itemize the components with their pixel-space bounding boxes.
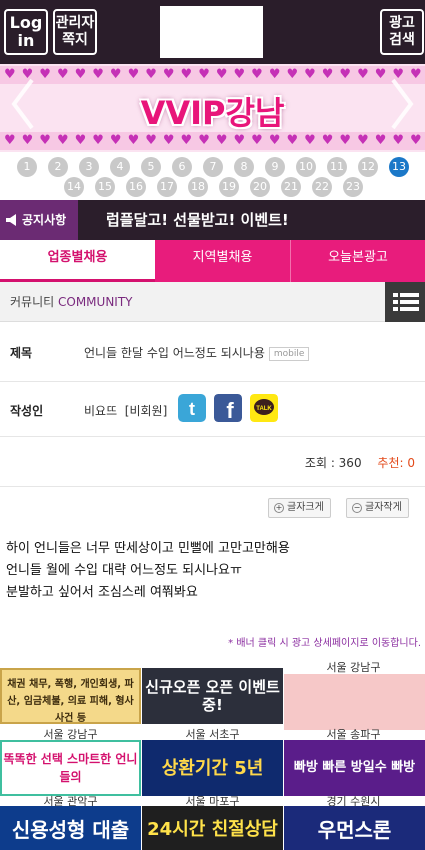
recommend-count: 추천: 0: [377, 456, 415, 470]
megaphone-icon: [6, 214, 16, 226]
tab-by-region[interactable]: 지역별채용: [155, 240, 290, 282]
page-dot-15[interactable]: 15: [95, 177, 115, 197]
page-dot-13[interactable]: 13: [389, 157, 409, 177]
ad-caption: 서울 강남구: [326, 661, 381, 674]
page-dot-20[interactable]: 20: [250, 177, 270, 197]
page-dot-18[interactable]: 18: [188, 177, 208, 197]
plus-icon: +: [274, 503, 284, 513]
community-title: 커뮤니티 COMMUNITY: [10, 295, 133, 309]
page-dot-7[interactable]: 7: [203, 157, 223, 177]
page-dot-23[interactable]: 23: [343, 177, 363, 197]
category-tabs: 업종별채용 지역별채용 오늘본광고: [0, 240, 425, 282]
banner-click-note: * 배너 클릭 시 광고 상세페이지로 이동합니다.: [228, 638, 421, 649]
top-bar: Log in 관리자 쪽지 광고 검색: [0, 0, 425, 64]
notice-text[interactable]: 럽플달고! 선물받고! 이벤트!: [106, 200, 289, 240]
post-author: 비요뜨 [비회원]: [84, 404, 168, 418]
login-button[interactable]: Log in: [4, 9, 48, 55]
subject-label: 제목: [10, 346, 33, 360]
ad-banner-credit-loan[interactable]: 신용성형 대출: [0, 806, 141, 850]
tab-by-industry[interactable]: 업종별채용: [0, 240, 155, 282]
page-dot-19[interactable]: 19: [219, 177, 239, 197]
menu-button[interactable]: [385, 282, 425, 322]
list-menu-icon: [393, 293, 419, 311]
page-dot-6[interactable]: 6: [172, 157, 192, 177]
hearts-decoration-top: ♥♥♥♥♥♥♥♥♥♥♥♥♥♥♥♥♥♥♥♥♥♥♥♥♥♥♥♥♥♥♥♥: [0, 66, 425, 84]
ad-banner-legal[interactable]: 채권 채무, 폭행, 개인회생, 파산, 임금체불, 의료 피해, 형사사건 등: [0, 668, 141, 724]
ad-banner-24h[interactable]: 24시간 친절상담: [142, 806, 283, 850]
prev-arrow-icon[interactable]: [8, 74, 38, 134]
main-banner[interactable]: ♥♥♥♥♥♥♥♥♥♥♥♥♥♥♥♥♥♥♥♥♥♥♥♥♥♥♥♥♥♥♥♥ VVIP강남 …: [0, 64, 425, 152]
ad-banner-repayment[interactable]: 상환기간 5년: [142, 740, 283, 796]
kakaotalk-share-icon[interactable]: TALK: [250, 394, 278, 422]
admin-message-button[interactable]: 관리자 쪽지: [53, 9, 97, 55]
page-dot-11[interactable]: 11: [327, 157, 347, 177]
page-dot-21[interactable]: 21: [281, 177, 301, 197]
twitter-share-icon[interactable]: t: [178, 394, 206, 422]
ad-banner-new-open[interactable]: 신규오픈 오픈 이벤트중!: [142, 668, 283, 724]
page-dot-4[interactable]: 4: [110, 157, 130, 177]
mobile-badge: mobile: [268, 346, 310, 361]
page-dot-8[interactable]: 8: [234, 157, 254, 177]
page-dot-17[interactable]: 17: [157, 177, 177, 197]
next-arrow-icon[interactable]: [387, 74, 417, 134]
notice-bar[interactable]: 공지사항 럽플달고! 선물받고! 이벤트!: [0, 200, 425, 240]
svg-text:TALK: TALK: [256, 406, 272, 412]
page-dot-12[interactable]: 12: [358, 157, 378, 177]
page-dot-5[interactable]: 5: [141, 157, 161, 177]
view-count: 조회 : 360: [304, 456, 362, 470]
banner-pagination: 1 2 3 4 5 6 7 8 9 10 11 12 13 14 15 16 17 18 19 20 21 22 23: [0, 154, 425, 200]
ad-banner-fast[interactable]: 빠방 빠른 방일수 빠방: [284, 740, 425, 796]
ad-banner-gangnam[interactable]: [284, 674, 425, 730]
post-body: 하이 언니들은 너무 딴세상이고 민뻘에 고만고만해용 언니들 월에 수입 대략…: [6, 538, 290, 604]
facebook-share-icon[interactable]: f: [214, 394, 242, 422]
minus-icon: −: [352, 503, 362, 513]
font-smaller-button[interactable]: − 글자작게: [346, 498, 409, 518]
post-body-line: 하이 언니들은 너무 딴세상이고 민뻘에 고만고만해용: [6, 541, 290, 556]
post-stats: 조회 : 360 추천: 0: [305, 454, 415, 471]
page-dot-22[interactable]: 22: [312, 177, 332, 197]
font-larger-button[interactable]: + 글자크게: [268, 498, 331, 518]
ad-banner-womans-loan[interactable]: 우먼스론: [284, 806, 425, 850]
site-logo[interactable]: [160, 6, 263, 58]
ad-banner-smart[interactable]: 똑똑한 선택 스마트한 언니들의: [0, 740, 141, 796]
author-label: 작성인: [10, 404, 44, 418]
page-dot-10[interactable]: 10: [296, 157, 316, 177]
post-subject: 언니들 한달 수입 어느정도 되시나용 mobile: [84, 344, 310, 361]
page-dot-1[interactable]: 1: [17, 157, 37, 177]
page-dot-9[interactable]: 9: [265, 157, 285, 177]
community-header: 커뮤니티 COMMUNITY: [0, 282, 425, 322]
page-dot-14[interactable]: 14: [64, 177, 84, 197]
post-body-line: 분발하고 싶어서 조심스레 여쭤봐요: [6, 585, 198, 600]
svg-text:t: t: [189, 399, 195, 419]
post-body-line: 언니들 월에 수입 대략 어느정도 되시나요ㅠ: [6, 563, 242, 578]
author-row: 작성인 비요뜨 [비회원]: [0, 382, 425, 437]
svg-text:f: f: [226, 398, 234, 422]
tab-recently-viewed[interactable]: 오늘본광고: [290, 240, 425, 282]
banner-title: VVIP강남: [140, 94, 285, 132]
subject-row: 제목 언니들 한달 수입 어느정도 되시나용 mobile: [0, 322, 425, 382]
page-dot-2[interactable]: 2: [48, 157, 68, 177]
ad-search-button[interactable]: 광고 검색: [380, 9, 424, 55]
page-dot-16[interactable]: 16: [126, 177, 146, 197]
page-dot-3[interactable]: 3: [79, 157, 99, 177]
notice-label: 공지사항: [0, 200, 78, 240]
hearts-decoration-bottom: ♥♥♥♥♥♥♥♥♥♥♥♥♥♥♥♥♥♥♥♥♥♥♥♥♥♥♥♥♥♥♥♥: [0, 132, 425, 150]
